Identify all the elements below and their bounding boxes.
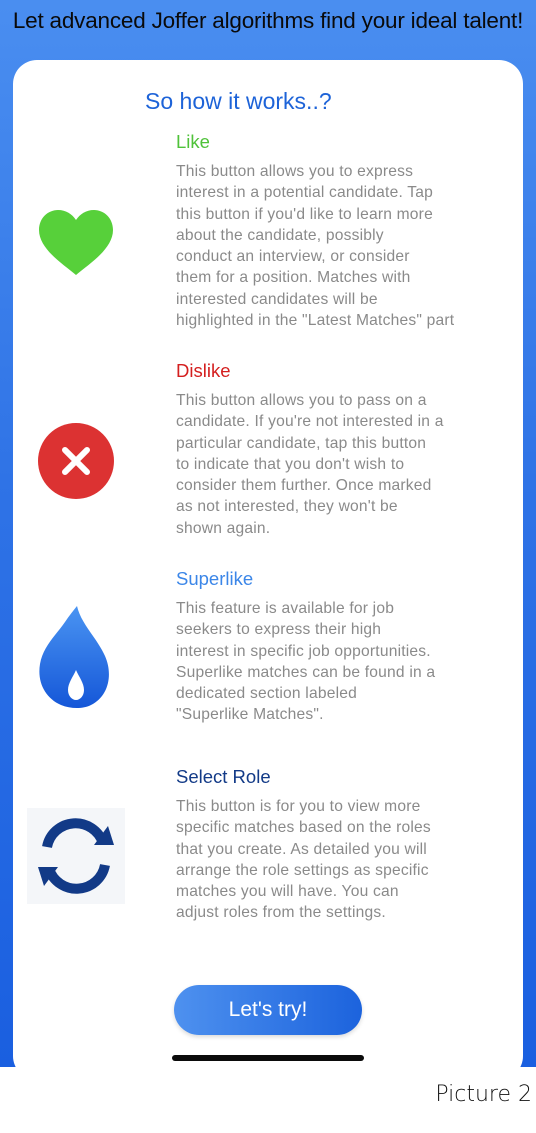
dislike-title: Dislike xyxy=(176,360,231,381)
headline: Let advanced Joffer algorithms find your… xyxy=(12,8,524,33)
like-title: Like xyxy=(176,131,210,152)
superlike-title: Superlike xyxy=(176,568,254,589)
flame-icon[interactable] xyxy=(37,604,115,710)
picture-caption: Picture 2 xyxy=(435,1082,532,1107)
card-title: So how it works..? xyxy=(145,88,332,114)
phone-screen: Let advanced Joffer algorithms find your… xyxy=(0,0,536,1067)
superlike-description: This feature is available for job seeker… xyxy=(176,600,436,724)
select-role-description: This button is for you to view more spec… xyxy=(176,798,431,922)
heart-icon[interactable] xyxy=(37,209,115,277)
select-role-title: Select Role xyxy=(176,766,271,787)
like-description: This button allows you to express intere… xyxy=(176,163,455,330)
close-circle-icon[interactable] xyxy=(37,422,115,500)
refresh-icon[interactable] xyxy=(27,808,125,904)
dislike-description: This button allows you to pass on a cand… xyxy=(176,392,444,537)
home-indicator[interactable] xyxy=(172,1055,364,1061)
lets-try-button[interactable]: Let's try! xyxy=(174,985,362,1035)
